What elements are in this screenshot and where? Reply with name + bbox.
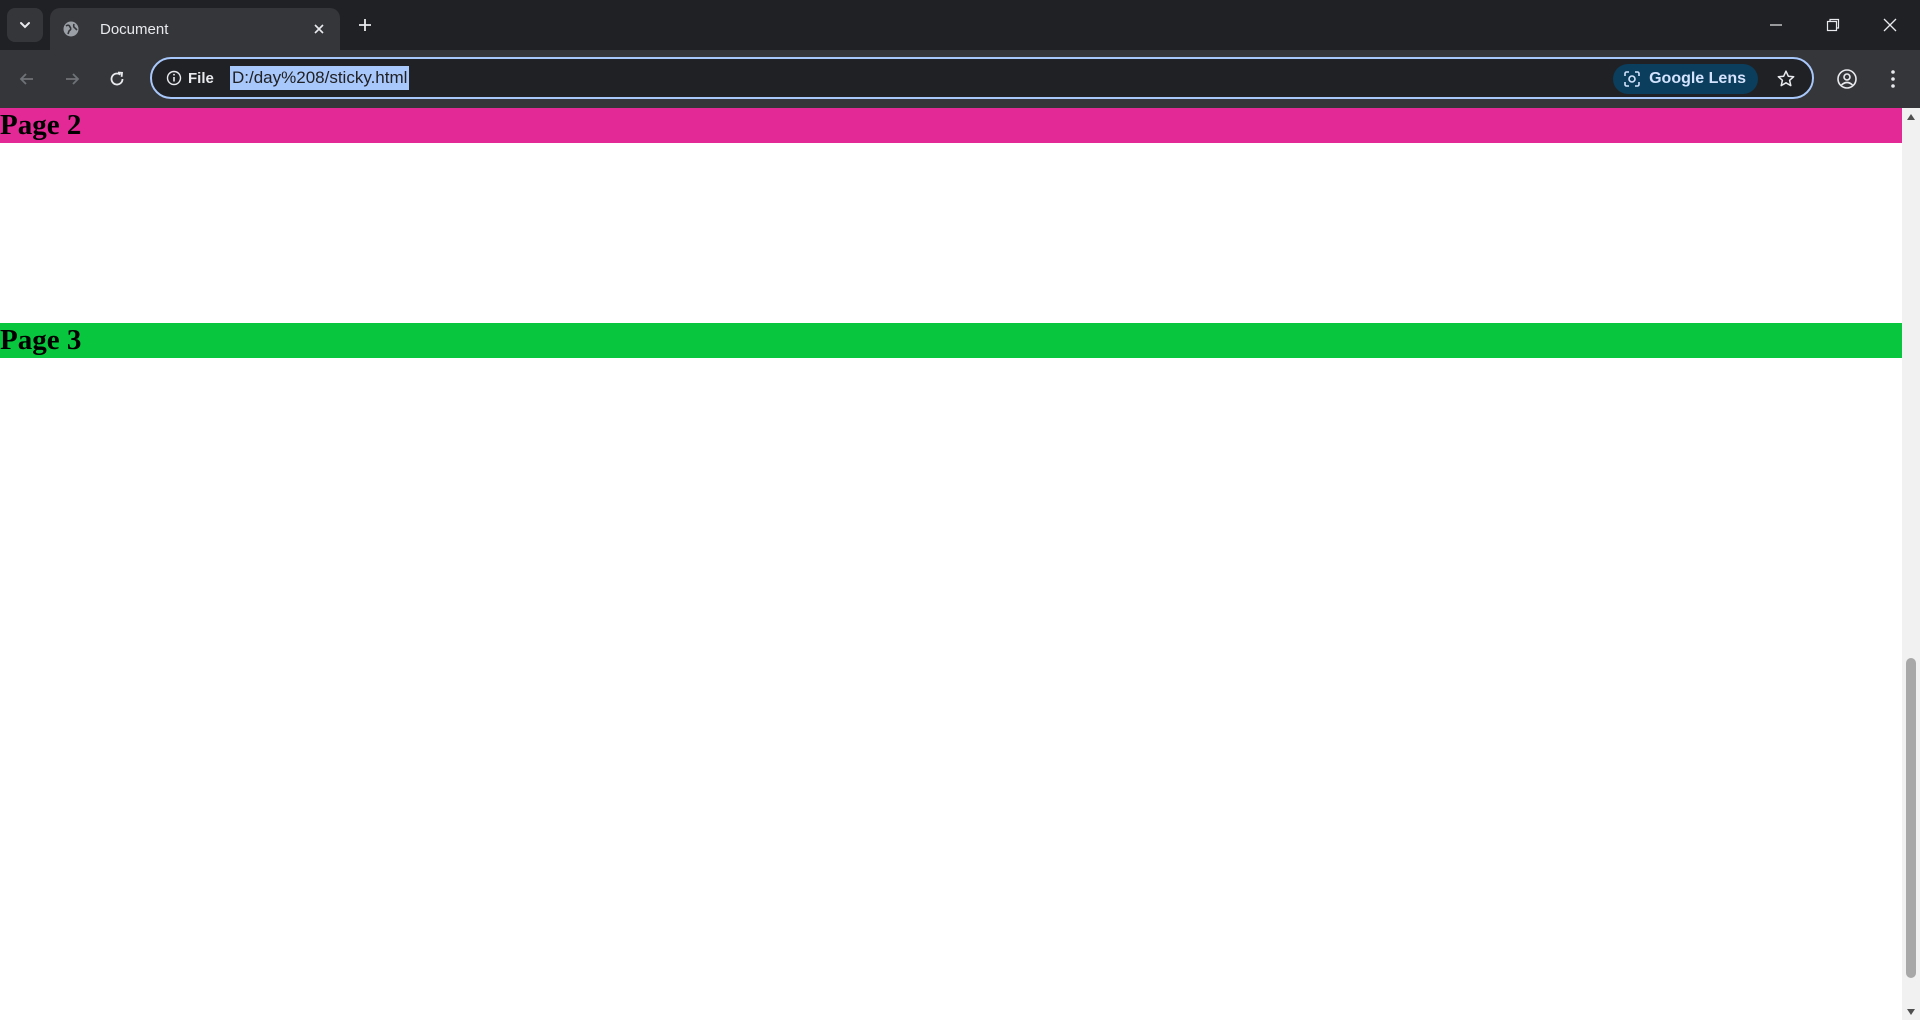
close-icon xyxy=(1883,18,1897,32)
lens-icon xyxy=(1624,71,1640,87)
bookmark-button[interactable] xyxy=(1770,64,1802,94)
toolbar: File D:/day%208/sticky.html Google Lens xyxy=(0,50,1920,108)
close-icon xyxy=(314,24,324,34)
page-2-body xyxy=(0,143,1902,323)
new-tab-button[interactable] xyxy=(350,10,380,40)
tab-search-button[interactable] xyxy=(7,8,43,42)
forward-button[interactable] xyxy=(55,62,89,96)
close-tab-button[interactable] xyxy=(306,16,332,42)
page-viewport: Page 2 Page 3 xyxy=(0,108,1902,1020)
back-button[interactable] xyxy=(10,62,44,96)
address-bar[interactable]: File D:/day%208/sticky.html Google Lens xyxy=(150,57,1814,99)
star-icon xyxy=(1777,70,1795,87)
url-text[interactable]: D:/day%208/sticky.html xyxy=(230,66,410,90)
kebab-menu-icon xyxy=(1891,70,1895,88)
site-info-chip[interactable]: File xyxy=(160,65,220,91)
tab-active[interactable]: Document xyxy=(50,8,340,50)
profile-icon xyxy=(1837,69,1857,89)
google-lens-button[interactable]: Google Lens xyxy=(1613,64,1758,94)
page-3-heading: Page 3 xyxy=(0,323,1902,358)
plus-icon xyxy=(359,19,371,31)
info-icon xyxy=(166,70,182,86)
triangle-up-icon xyxy=(1907,113,1915,120)
tab-title: Document xyxy=(100,20,169,38)
minimize-button[interactable] xyxy=(1748,0,1804,50)
triangle-down-icon xyxy=(1907,1008,1915,1015)
profile-button[interactable] xyxy=(1830,62,1864,96)
reload-button[interactable] xyxy=(100,62,134,96)
arrow-left-icon xyxy=(19,73,33,85)
restore-button[interactable] xyxy=(1805,0,1861,50)
globe-icon xyxy=(62,20,80,38)
tab-strip: Document xyxy=(0,0,1920,50)
security-label: File xyxy=(188,69,214,87)
page-2-heading: Page 2 xyxy=(0,108,1902,143)
scroll-up-button[interactable] xyxy=(1902,108,1920,125)
close-window-button[interactable] xyxy=(1862,0,1918,50)
vertical-scrollbar[interactable] xyxy=(1902,108,1920,1020)
reload-icon xyxy=(110,71,124,86)
menu-button[interactable] xyxy=(1876,62,1910,96)
minimize-icon xyxy=(1770,24,1782,26)
scrollbar-thumb[interactable] xyxy=(1906,658,1916,978)
arrow-right-icon xyxy=(66,73,80,85)
page-section-2: Page 2 xyxy=(0,108,1902,143)
chevron-down-icon xyxy=(20,22,30,29)
google-lens-label: Google Lens xyxy=(1649,70,1746,87)
scroll-down-button[interactable] xyxy=(1902,1003,1920,1020)
restore-icon xyxy=(1826,18,1840,32)
page-section-3: Page 3 xyxy=(0,323,1902,358)
